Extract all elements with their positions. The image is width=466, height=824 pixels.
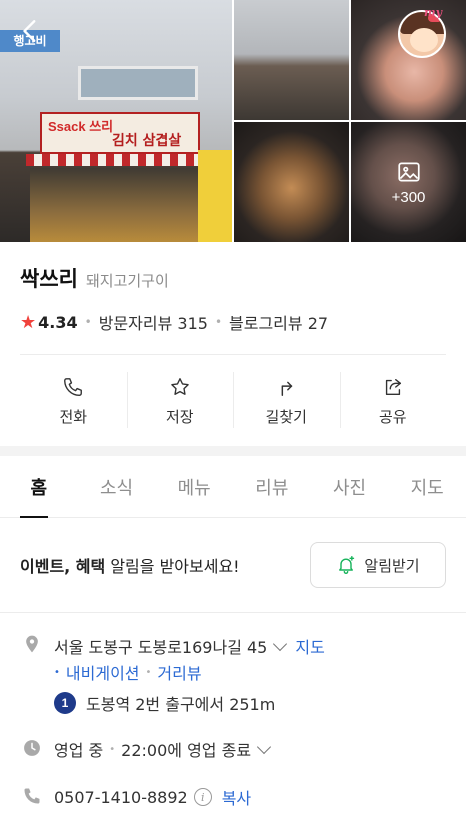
avatar-face xyxy=(410,28,438,52)
notify-button-label: 알림받기 xyxy=(364,556,420,575)
place-title: 싹쓰리 돼지고기구이 xyxy=(20,263,169,293)
storefront-window xyxy=(78,66,198,100)
phone-number[interactable]: 0507-1410-8892 xyxy=(54,788,188,807)
rating-star-icon: ★ xyxy=(20,311,37,333)
section-divider xyxy=(0,446,466,456)
blog-reviews-link[interactable]: 블로그리뷰 27 xyxy=(229,310,328,334)
notification-text-rest: 알림을 받아보세요! xyxy=(105,557,240,576)
business-status: 영업 중 xyxy=(54,741,104,760)
image-icon xyxy=(397,161,420,182)
phone-icon xyxy=(24,788,40,804)
navigation-link[interactable]: 내비게이션 xyxy=(66,660,140,684)
subway-info: 1 도봉역 2번 출구에서 251m xyxy=(54,691,275,715)
call-label: 전화 xyxy=(59,407,88,426)
phone-icon xyxy=(64,377,83,396)
share-icon xyxy=(385,378,401,395)
rating-row: ★ 4.34 • 방문자리뷰 315 • 블로그리뷰 27 xyxy=(20,310,328,334)
place-name: 싹쓰리 xyxy=(20,267,78,291)
map-link[interactable]: 지도 xyxy=(295,634,324,658)
subway-text: 도봉역 2번 출구에서 251m xyxy=(86,695,276,714)
business-hours-detail: 22:00에 영업 종료 xyxy=(121,741,252,760)
visitor-reviews-link[interactable]: 방문자리뷰 315 xyxy=(99,310,208,334)
share-button[interactable]: 공유 xyxy=(339,366,447,436)
tab-map[interactable]: 지도 xyxy=(388,456,466,517)
subway-line-badge: 1 xyxy=(54,692,76,714)
copy-link[interactable]: 복사 xyxy=(222,785,251,809)
storefront-sign-name: Ssack 쓰리 xyxy=(48,119,114,134)
more-photos-button[interactable]: +300 xyxy=(351,122,466,242)
address-row: 서울 도봉구 도봉로169나길 45 지도 xyxy=(54,634,325,658)
phone-row: 0507-1410-8892 i 복사 xyxy=(54,785,251,809)
address-links: • 내비게이션 • 거리뷰 xyxy=(54,660,202,684)
save-button[interactable]: 저장 xyxy=(126,366,234,436)
tab-bar: 홈 소식 메뉴 리뷰 사진 지도 xyxy=(0,456,466,518)
separator-dot: • xyxy=(84,315,92,329)
tab-home[interactable]: 홈 xyxy=(0,456,78,518)
photo-gallery[interactable]: 행고비 Ssack 쓰리 김치 삼겹살 +300 my xyxy=(0,0,466,242)
chevron-down-icon[interactable] xyxy=(256,739,272,755)
storefront-awning xyxy=(26,154,204,166)
avatar-my-label: my xyxy=(424,6,443,19)
call-button[interactable]: 전화 xyxy=(20,366,127,436)
notification-banner: 이벤트, 혜택 알림을 받아보세요! 알림받기 xyxy=(20,542,446,588)
notification-text-bold: 이벤트, 혜택 xyxy=(20,557,106,576)
place-category: 돼지고기구이 xyxy=(85,272,169,290)
storefront-interior xyxy=(30,168,200,242)
directions-icon xyxy=(281,381,293,396)
action-bar: 전화 저장 길찾기 공유 xyxy=(20,366,446,436)
rating-value: 4.34 xyxy=(38,312,78,332)
back-arrow-icon[interactable] xyxy=(18,18,44,44)
photo-exterior[interactable] xyxy=(234,0,349,120)
bullet-dot: • xyxy=(54,666,60,678)
save-label: 저장 xyxy=(165,407,194,426)
notification-text: 이벤트, 혜택 알림을 받아보세요! xyxy=(20,553,240,577)
star-icon xyxy=(170,377,189,395)
separator-dot: • xyxy=(109,743,116,755)
tab-news[interactable]: 소식 xyxy=(78,456,156,517)
storefront-banner xyxy=(198,150,232,242)
clock-icon xyxy=(24,740,40,756)
bell-plus-icon xyxy=(339,555,355,574)
location-pin-icon xyxy=(26,635,38,653)
tab-photos[interactable]: 사진 xyxy=(311,456,389,517)
divider xyxy=(0,612,466,613)
address-text[interactable]: 서울 도봉구 도봉로169나길 45 xyxy=(54,634,267,658)
directions-button[interactable]: 길찾기 xyxy=(233,366,340,436)
street-view-link[interactable]: 거리뷰 xyxy=(157,660,201,684)
separator-dot: • xyxy=(214,315,223,329)
more-photos-count: +300 xyxy=(391,188,426,206)
chevron-down-icon[interactable] xyxy=(273,636,288,652)
separator-dot: • xyxy=(145,666,152,678)
notify-button[interactable]: 알림받기 xyxy=(310,542,446,588)
divider xyxy=(20,354,446,355)
info-icon[interactable]: i xyxy=(193,788,212,806)
business-hours-row[interactable]: 영업 중 • 22:00에 영업 종료 xyxy=(54,737,279,761)
storefront-sign: Ssack 쓰리 김치 삼겹살 xyxy=(40,112,200,154)
directions-label: 길찾기 xyxy=(265,407,307,426)
tab-menu[interactable]: 메뉴 xyxy=(155,456,233,517)
share-label: 공유 xyxy=(378,407,407,426)
tab-reviews[interactable]: 리뷰 xyxy=(233,456,311,517)
storefront-sign-menu: 김치 삼겹살 xyxy=(112,133,182,149)
photo-grill-pan[interactable] xyxy=(234,122,349,242)
